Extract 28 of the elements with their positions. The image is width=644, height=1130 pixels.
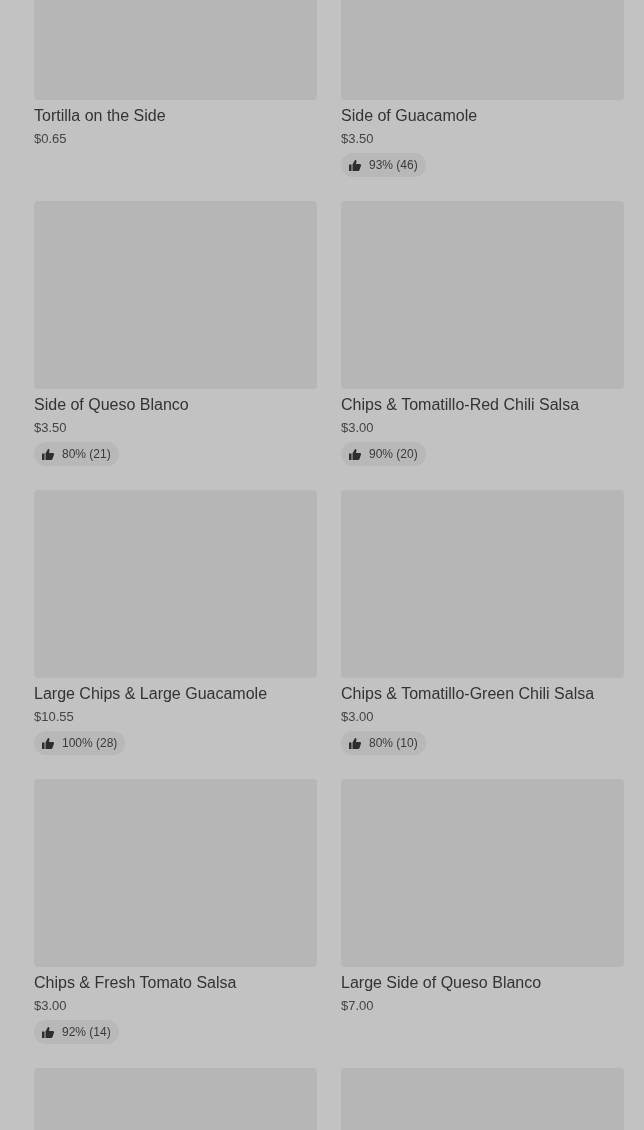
item-title: Chips & Fresh Tomato Salsa: [34, 973, 238, 993]
item-price: $3.50: [341, 130, 375, 148]
item-title: Chips & Tomatillo-Green Chili Salsa: [341, 684, 596, 704]
rating-badge: 80% (10): [341, 731, 426, 755]
item-title: Large Chips & Large Guacamole: [34, 684, 269, 704]
rating-badge: 80% (21): [34, 442, 119, 466]
item-price: $3.00: [341, 708, 375, 726]
thumbs-up-icon: [349, 159, 361, 171]
thumbs-up-icon: [42, 448, 54, 460]
thumbs-up-icon: [42, 1026, 54, 1038]
rating-badge: 93% (46): [341, 153, 426, 177]
item-price: $10.55: [34, 708, 75, 726]
item-price: $3.00: [341, 419, 375, 437]
item-title: Tortilla on the Side: [34, 106, 167, 126]
item-price: $0.65: [34, 130, 68, 148]
item-price: $3.00: [34, 997, 68, 1015]
item-title: Large Side of Queso Blanco: [341, 973, 543, 993]
item-title: Side of Guacamole: [341, 106, 479, 126]
thumbs-up-icon: [349, 448, 361, 460]
rating-badge: 92% (14): [34, 1020, 119, 1044]
item-title: Side of Queso Blanco: [34, 395, 190, 415]
rating-badge: 90% (20): [341, 442, 426, 466]
thumbs-up-icon: [42, 737, 54, 749]
thumbs-up-icon: [349, 737, 361, 749]
item-title: Chips & Tomatillo-Red Chili Salsa: [341, 395, 581, 415]
item-price: $7.00: [341, 997, 375, 1015]
rating-badge: 100% (28): [34, 731, 126, 755]
item-price: $3.50: [34, 419, 68, 437]
